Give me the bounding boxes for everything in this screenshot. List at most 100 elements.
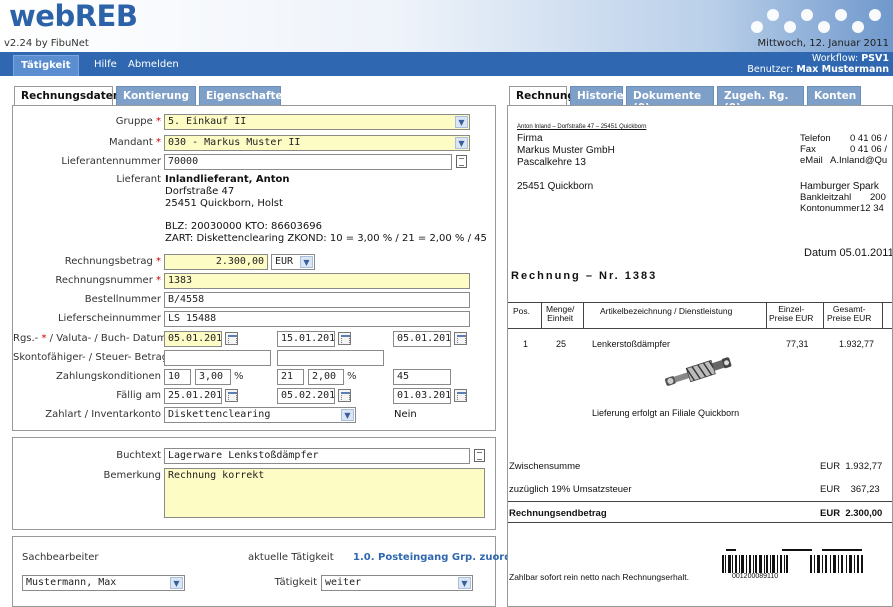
faellig2-input[interactable]: 05.02.2011 — [277, 388, 335, 404]
zwischensumme-label: Zwischensumme — [509, 461, 581, 472]
buchtext-input[interactable]: Lagerware Lenkstoßdämpfer — [164, 448, 470, 464]
nav-hilfe[interactable]: Hilfe — [87, 55, 124, 76]
end-label: Rechnungsendbetrag — [509, 508, 607, 519]
zk-tage2-input[interactable]: 21 — [277, 369, 304, 385]
end-line — [508, 522, 892, 523]
pct2-sign: % — [347, 371, 357, 382]
lieferantennummer-input[interactable]: 70000 — [164, 154, 452, 170]
tab-kontierung[interactable]: Kontierung — [116, 86, 196, 105]
currency-select[interactable]: EUR ▼ — [271, 254, 315, 270]
nav-taetigkeit[interactable]: Tätigkeit — [13, 55, 79, 76]
betrag-label: Rechnungsbetrag * — [64, 256, 161, 267]
mandant-select[interactable]: 030 - Markus Muster II ▼ — [164, 135, 470, 151]
invoice-sender-line: Anton Inland – Dorfstraße 47 – 25451 Qui… — [517, 124, 647, 130]
rgs-datum-input[interactable]: 05.01.2011 — [164, 331, 222, 347]
invoice-blz-label: Bankleitzahl — [800, 192, 852, 203]
lieferschein-label: Lieferscheinnummer — [57, 313, 161, 324]
invoice-zahlbar: Zahlbar sofort rein netto nach Rechnungs… — [509, 572, 690, 582]
calendar-icon[interactable] — [454, 332, 467, 345]
note-icon[interactable] — [456, 155, 467, 168]
tab-historie[interactable]: Historie — [570, 86, 624, 105]
sum-line — [508, 501, 892, 502]
taetigkeit-select[interactable]: weiter ▼ — [321, 575, 473, 591]
workflow-info: Workflow: PSV1 Benutzer: Max Mustermann — [747, 53, 889, 75]
user-value: Max Mustermann — [796, 64, 889, 75]
chevron-down-icon: ▼ — [455, 116, 468, 128]
note-icon[interactable] — [474, 449, 485, 462]
col-menge: Menge/ Einheit — [546, 304, 575, 323]
betrag-input[interactable]: 2.300,00 — [164, 254, 268, 270]
tab-eigenschaften[interactable]: Eigenschaften — [199, 86, 290, 105]
ust-value: EUR 367,23 — [820, 484, 880, 495]
user-label: Benutzer: — [747, 64, 794, 75]
zahlart-select[interactable]: Diskettenclearing ▼ — [164, 407, 356, 423]
gruppe-label: Gruppe * — [115, 116, 161, 127]
bestellnummer-input[interactable]: B/4558 — [164, 292, 470, 308]
sachbearbeiter-select[interactable]: Mustermann, Max ▼ — [22, 575, 185, 591]
taetigkeit-label: Tätigkeit — [274, 577, 317, 588]
zk-pct2-input[interactable]: 2,00 — [308, 369, 344, 385]
table-header-line — [508, 328, 892, 329]
invoice-bank-name: Hamburger Spark — [800, 181, 879, 192]
left-tab-bar: Rechnungsdaten Kontierung Eigenschaften — [14, 86, 494, 106]
calendar-icon[interactable] — [225, 389, 238, 402]
bestellnummer-label: Bestellnummer — [84, 294, 161, 305]
tab-zugeh-rg[interactable]: Zugeh. Rg. (0) — [717, 86, 804, 114]
invoice-fax-value: 0 41 06 / — [850, 144, 887, 155]
mandant-label: Mandant * — [108, 137, 161, 148]
app-logo: webREB — [9, 0, 138, 33]
lieferant-street: Dorfstraße 47 — [165, 186, 235, 197]
app-version: v2.24 by FibuNet — [4, 38, 89, 49]
right-tab-bar: Rechnung Historie Dokumente (0) Zugeh. R… — [509, 86, 893, 114]
end-value: EUR 2.300,00 — [820, 508, 883, 519]
invoice-viewer: Anton Inland – Dorfstraße 47 – 25451 Qui… — [507, 105, 893, 607]
aktuelle-label: aktuelle Tätigkeit — [248, 552, 334, 563]
lieferantennummer-label: Lieferantennummer — [61, 156, 161, 167]
pct1-sign: % — [234, 371, 244, 382]
faellig3-input[interactable]: 01.03.2011 — [393, 388, 451, 404]
calendar-icon[interactable] — [454, 389, 467, 402]
invoice-fax-label: Fax — [800, 144, 816, 155]
chevron-down-icon: ▼ — [341, 409, 354, 421]
buch-datum-input[interactable]: 05.01.2011 — [393, 331, 451, 347]
col-gesamt: Gesamt- Preise EUR — [827, 304, 872, 323]
main-navbar: Tätigkeit Hilfe Abmelden Workflow: PSV1 … — [0, 52, 893, 76]
tab-rechnung[interactable]: Rechnung — [509, 86, 575, 106]
workflow-label: Workflow: — [811, 53, 859, 64]
nav-abmelden[interactable]: Abmelden — [121, 55, 186, 76]
invoice-strasse: Pascalkehre 13 — [517, 157, 586, 168]
invoice-email-label: eMail — [800, 155, 823, 166]
invoice-datum: Datum 05.01.2011 — [804, 247, 892, 259]
zk-netto-input[interactable]: 45 — [393, 369, 451, 385]
steuer-betrag-input[interactable] — [277, 350, 384, 366]
faellig1-input[interactable]: 25.01.2011 — [164, 388, 222, 404]
ust-label: zuzüglich 19% Umsatzsteuer — [509, 484, 632, 495]
app-header: webREB v2.24 by FibuNet Mittwoch, 12. Ja… — [0, 0, 893, 52]
calendar-icon[interactable] — [338, 332, 351, 345]
valuta-datum-input[interactable]: 15.01.2011 — [277, 331, 335, 347]
bemerkung-textarea[interactable]: Rechnung korrekt — [164, 468, 485, 518]
skonto-label: Skontofähiger- / Steuer- Betrag — [13, 352, 169, 363]
zk-tage1-input[interactable]: 10 — [164, 369, 191, 385]
rechnungsnummer-input[interactable]: 1383 — [164, 273, 470, 289]
inventar-value: Nein — [394, 409, 417, 420]
skonto-betrag-input[interactable] — [164, 350, 271, 366]
calendar-icon[interactable] — [225, 332, 238, 345]
gruppe-select[interactable]: 5. Einkauf II ▼ — [164, 114, 470, 130]
tab-dokumente[interactable]: Dokumente (0) — [626, 86, 714, 114]
tab-konten[interactable]: Konten — [807, 86, 861, 105]
lieferant-zart: ZART: Diskettenclearing ZKOND: 10 = 3,00… — [165, 233, 487, 244]
lieferant-bank: BLZ: 20030000 KTO: 86603696 — [165, 221, 322, 232]
lieferschein-input[interactable]: LS 15488 — [164, 311, 470, 327]
lieferant-name: Inlandlieferant, Anton — [165, 174, 290, 185]
invoice-ort: 25451 Quickborn — [517, 181, 594, 192]
col-artikel: Artikelbezeichnung / Dienstleistung — [600, 306, 733, 316]
chevron-down-icon: ▼ — [170, 577, 183, 589]
table-divider — [766, 302, 767, 328]
invoice-telefon-label: Telefon — [800, 133, 831, 144]
calendar-icon[interactable] — [338, 389, 351, 402]
tab-rechnungsdaten[interactable]: Rechnungsdaten — [14, 86, 120, 106]
bemerkung-label: Bemerkung — [103, 470, 161, 481]
zk-pct1-input[interactable]: 3,00 — [195, 369, 231, 385]
invoice-telefon-value: 0 41 06 / — [850, 133, 887, 144]
